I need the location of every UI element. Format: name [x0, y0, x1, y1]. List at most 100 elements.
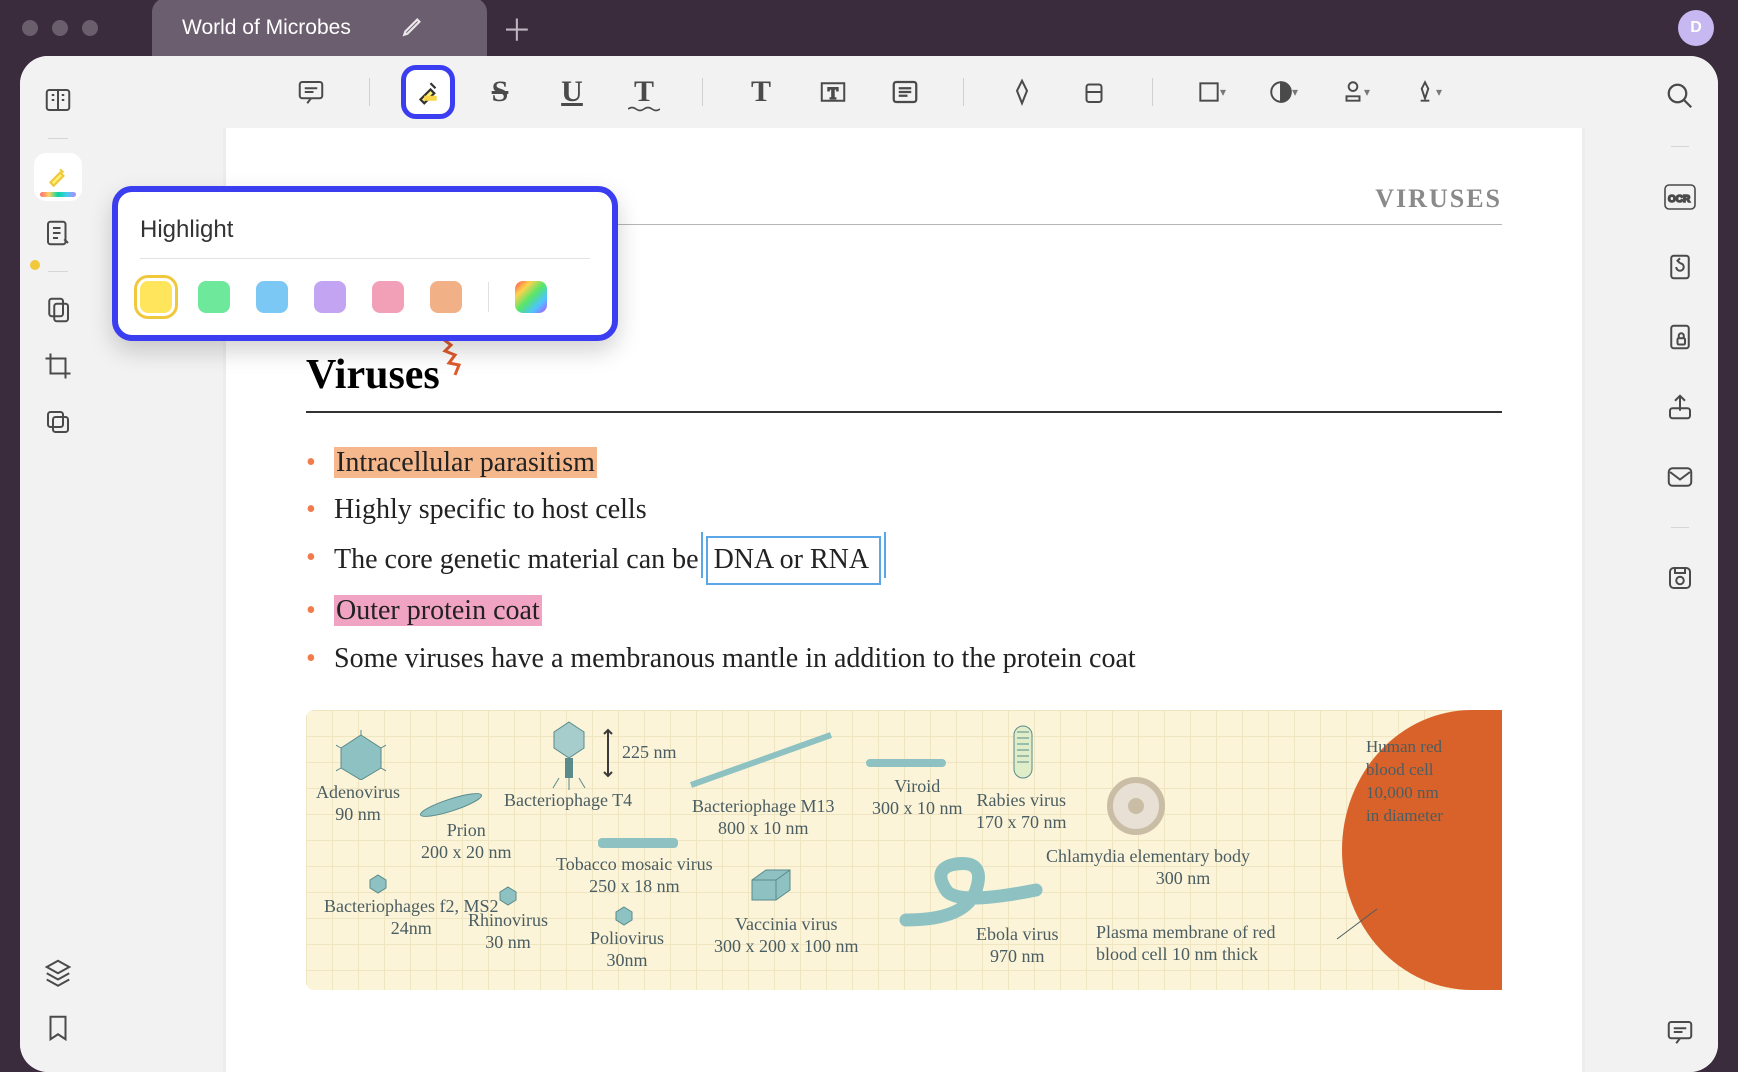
vaccinia-shape	[746, 866, 796, 910]
cell-label: Human red blood cell 10,000 nm in diamet…	[1366, 736, 1486, 828]
crop-icon[interactable]	[34, 342, 82, 390]
highlight-indicator-dot	[30, 260, 40, 270]
swatch-pink[interactable]	[372, 281, 404, 313]
color-swatches	[140, 281, 590, 313]
virus-label: Adenovirus90 nm	[316, 782, 400, 825]
ebola-shape	[896, 850, 1046, 930]
swatch-orange[interactable]	[430, 281, 462, 313]
swatch-purple[interactable]	[314, 281, 346, 313]
tab-title: World of Microbes	[182, 16, 351, 40]
separator	[369, 78, 370, 106]
maximize-window-button[interactable]	[82, 20, 98, 36]
swatch-custom-color[interactable]	[515, 281, 547, 313]
stamp-button[interactable]: ▾	[1333, 70, 1377, 114]
virus-label: Bacteriophage M13800 x 10 nm	[692, 796, 834, 839]
pen-tool-button[interactable]	[1000, 70, 1044, 114]
rotate-icon[interactable]	[1660, 247, 1700, 287]
bullet-item: Highly specific to host cells	[306, 488, 1502, 531]
tab-area: World of Microbes ＋	[152, 0, 537, 58]
bullet-item: Intracellular parasitism	[306, 441, 1502, 484]
highlight-tool-sidebar[interactable]	[34, 153, 82, 201]
swatch-green[interactable]	[198, 281, 230, 313]
strikethrough-button[interactable]: S	[478, 70, 522, 114]
boxed-text-annotation: DNA or RNA	[706, 536, 882, 585]
squiggly-underline-button[interactable]: T	[622, 70, 666, 114]
bullet-item: Some viruses have a membranous mantle in…	[306, 637, 1502, 680]
rainbow-strip	[40, 192, 76, 197]
swatch-yellow[interactable]	[140, 281, 172, 313]
shape-button[interactable]: ▾	[1189, 70, 1233, 114]
poliovirus-shape	[614, 906, 634, 926]
left-sidebar	[20, 56, 96, 1072]
text-box-button[interactable]: T	[811, 70, 855, 114]
pointer-line	[1332, 904, 1382, 944]
copy-icon[interactable]	[34, 286, 82, 334]
save-icon[interactable]	[1660, 558, 1700, 598]
virus-label: Prion200 x 20 nm	[421, 820, 512, 863]
virus-size-diagram: Adenovirus90 nm 225 nm Bacteriophage T4 …	[306, 710, 1502, 990]
chat-icon[interactable]	[1660, 1012, 1700, 1052]
note-edit-icon[interactable]	[34, 209, 82, 257]
divider	[48, 138, 68, 139]
virus-label: Rhinovirus30 nm	[468, 910, 548, 953]
separator	[963, 78, 964, 106]
layers-icon[interactable]	[34, 948, 82, 996]
opacity-button[interactable]: ▾	[1261, 70, 1305, 114]
bullet-item: The core genetic material can be DNA or …	[306, 536, 1502, 585]
viroid-shape	[866, 756, 946, 770]
list-button[interactable]	[883, 70, 927, 114]
chlamydia-shape	[1106, 776, 1166, 836]
bullet-item: Outer protein coat	[306, 589, 1502, 632]
tab-active[interactable]: World of Microbes	[152, 0, 487, 58]
highlighted-text: Intracellular parasitism	[334, 447, 597, 478]
virus-label: Viroid300 x 10 nm	[872, 776, 963, 819]
window-controls	[8, 20, 112, 36]
divider	[48, 271, 68, 272]
duplicate-icon[interactable]	[34, 398, 82, 446]
signature-button[interactable]: ▾	[1405, 70, 1449, 114]
size-arrow	[596, 728, 620, 778]
ocr-icon[interactable]: OCR	[1660, 177, 1700, 217]
eraser-button[interactable]	[1072, 70, 1116, 114]
prion-shape	[416, 792, 486, 818]
highlight-tool-active[interactable]	[406, 70, 450, 114]
virus-label: Tobacco mosaic virus250 x 18 nm	[556, 854, 713, 897]
comment-icon[interactable]	[289, 70, 333, 114]
search-icon[interactable]	[1660, 76, 1700, 116]
underline-button[interactable]: U	[550, 70, 594, 114]
rabies-shape	[1008, 722, 1038, 786]
reader-icon[interactable]	[34, 76, 82, 124]
bookmark-icon[interactable]	[34, 1004, 82, 1052]
divider	[1671, 146, 1689, 147]
lock-page-icon[interactable]	[1660, 317, 1700, 357]
share-icon[interactable]	[1660, 387, 1700, 427]
svg-text:T: T	[828, 84, 838, 102]
highlight-popover: Highlight	[112, 186, 618, 341]
minimize-window-button[interactable]	[52, 20, 68, 36]
avatar-letter: D	[1690, 19, 1702, 37]
virus-label: Rabies virus170 x 70 nm	[976, 790, 1067, 833]
divider	[1671, 527, 1689, 528]
separator	[1152, 78, 1153, 106]
right-sidebar: OCR	[1642, 56, 1718, 1072]
close-window-button[interactable]	[22, 20, 38, 36]
page-title-text: Viruses	[306, 352, 440, 398]
bullet-list: Intracellular parasitism Highly specific…	[306, 441, 1502, 680]
separator	[702, 78, 703, 106]
virus-label: Chlamydia elementary body300 nm	[1046, 846, 1250, 889]
adenovirus-shape	[336, 730, 386, 780]
mail-icon[interactable]	[1660, 457, 1700, 497]
formatting-toolbar: S U T T T ▾ ▾	[96, 56, 1642, 128]
avatar[interactable]: D	[1678, 10, 1714, 46]
title-rule	[306, 411, 1502, 413]
virus-label: Bacteriophage T4	[504, 790, 632, 812]
rhinovirus-shape	[498, 886, 518, 906]
new-tab-button[interactable]: ＋	[497, 8, 537, 48]
swatch-blue[interactable]	[256, 281, 288, 313]
size-label: 225 nm	[622, 742, 677, 764]
pencil-icon[interactable]	[401, 12, 427, 44]
virus-label: Ebola virus970 nm	[976, 924, 1059, 967]
small-phage-shape	[368, 874, 388, 894]
text-tool-button[interactable]: T	[739, 70, 783, 114]
virus-label: Poliovirus30nm	[590, 928, 664, 971]
